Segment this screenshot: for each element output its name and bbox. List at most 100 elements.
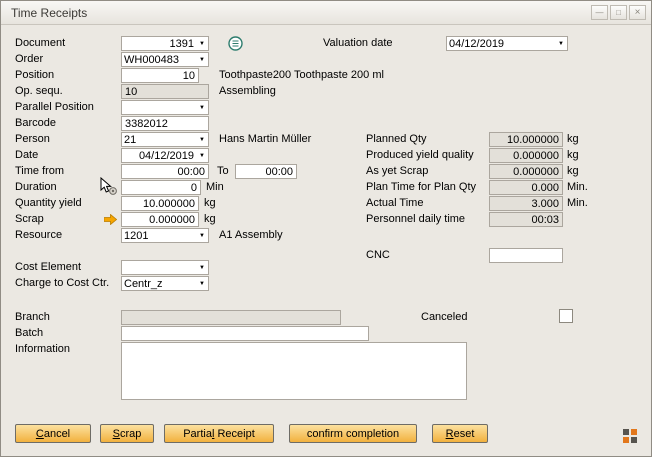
cost-element-dropdown-icon[interactable]: ▼ (196, 261, 208, 274)
document-label: Document (15, 36, 65, 51)
produced-yield-quality-field (489, 148, 563, 163)
date-label: Date (15, 148, 38, 163)
date-dropdown-icon[interactable]: ▼ (196, 149, 208, 162)
position-label: Position (15, 68, 54, 83)
plan-time-for-plan-qty-label: Plan Time for Plan Qty (366, 180, 476, 195)
branch-field (121, 310, 341, 325)
cnc-label: CNC (366, 248, 390, 263)
document-combo[interactable]: ▼ (121, 36, 209, 51)
reset-label-key: R (446, 428, 454, 440)
titlebar[interactable]: Time Receipts — □ × (1, 1, 651, 25)
parallel-position-combo[interactable]: ▼ (121, 100, 209, 115)
actual-time-field (489, 196, 563, 211)
valuation-date-dropdown-icon[interactable]: ▼ (555, 37, 567, 50)
as-yet-scrap-label: As yet Scrap (366, 164, 428, 179)
partial-receipt-button[interactable]: Partial Receipt (164, 424, 274, 443)
charge-to-cost-ctr-dropdown-icon[interactable]: ▼ (196, 277, 208, 290)
canceled-checkbox[interactable] (559, 309, 573, 323)
parallel-position-dropdown-icon[interactable]: ▼ (196, 101, 208, 114)
information-textarea[interactable] (121, 342, 467, 400)
valuation-date-input[interactable] (447, 37, 555, 50)
quantity-yield-input[interactable] (121, 196, 199, 211)
produced-yield-quality-label: Produced yield quality (366, 148, 474, 163)
duration-label: Duration (15, 180, 57, 195)
time-to-label: To (217, 164, 229, 179)
partial-receipt-label-pre: Partia (183, 428, 212, 440)
person-combo[interactable]: ▼ (121, 132, 209, 147)
as-yet-scrap-field (489, 164, 563, 179)
window-controls: — □ × (591, 5, 646, 20)
resource-input[interactable] (122, 229, 196, 242)
personnel-daily-time-field (489, 212, 563, 227)
reset-button[interactable]: Reset (432, 424, 488, 443)
view-document-icon[interactable] (227, 35, 244, 52)
date-input[interactable] (122, 149, 196, 162)
confirm-completion-label-pre: confirm completion (307, 428, 399, 440)
parallel-position-input[interactable] (122, 101, 196, 114)
time-receipts-window: Time Receipts — □ × Document Order Posit… (0, 0, 652, 457)
order-input[interactable] (122, 53, 196, 66)
form-settings-icon[interactable] (623, 429, 638, 444)
window-title: Time Receipts (11, 6, 87, 20)
cancel-label-post: ancel (44, 428, 70, 440)
mouse-cursor (99, 177, 119, 197)
canceled-label: Canceled (421, 310, 467, 325)
duration-unit: Min (206, 180, 224, 195)
batch-label: Batch (15, 326, 43, 341)
scrap-label: Scrap (15, 212, 44, 227)
as-yet-scrap-unit: kg (567, 164, 579, 179)
scrap-label-key: S (113, 428, 120, 440)
charge-to-cost-ctr-label: Charge to Cost Ctr. (15, 276, 109, 291)
link-arrow-icon[interactable] (104, 214, 117, 225)
personnel-daily-time-label: Personnel daily time (366, 212, 465, 227)
valuation-date-combo[interactable]: ▼ (446, 36, 568, 51)
scrap-input[interactable] (121, 212, 199, 227)
duration-input[interactable] (121, 180, 201, 195)
order-dropdown-icon[interactable]: ▼ (196, 53, 208, 66)
person-description: Hans Martin Müller (219, 132, 311, 147)
order-combo[interactable]: ▼ (121, 52, 209, 67)
scrap-unit: kg (204, 212, 216, 227)
batch-input[interactable] (121, 326, 369, 341)
cost-element-combo[interactable]: ▼ (121, 260, 209, 275)
person-label: Person (15, 132, 50, 147)
person-dropdown-icon[interactable]: ▼ (196, 133, 208, 146)
date-combo[interactable]: ▼ (121, 148, 209, 163)
document-input[interactable] (122, 37, 196, 50)
time-from-label: Time from (15, 164, 64, 179)
charge-to-cost-ctr-combo[interactable]: ▼ (121, 276, 209, 291)
document-dropdown-icon[interactable]: ▼ (196, 37, 208, 50)
cnc-input[interactable] (489, 248, 563, 263)
resource-label: Resource (15, 228, 62, 243)
op-sequ-label: Op. sequ. (15, 84, 63, 99)
resource-description: A1 Assembly (219, 228, 283, 243)
time-from-input[interactable] (121, 164, 209, 179)
position-input[interactable] (121, 68, 199, 83)
valuation-date-label: Valuation date (323, 36, 393, 51)
plan-time-for-plan-qty-field (489, 180, 563, 195)
cost-element-label: Cost Element (15, 260, 81, 275)
resource-combo[interactable]: ▼ (121, 228, 209, 243)
minimize-icon[interactable]: — (591, 5, 608, 20)
cost-element-input[interactable] (122, 261, 196, 274)
confirm-completion-button[interactable]: confirm completion (289, 424, 417, 443)
scrap-button[interactable]: Scrap (100, 424, 154, 443)
quantity-yield-label: Quantity yield (15, 196, 82, 211)
partial-receipt-label-post: Receipt (214, 428, 254, 440)
maximize-icon[interactable]: □ (610, 5, 627, 20)
cancel-button[interactable]: Cancel (15, 424, 91, 443)
order-label: Order (15, 52, 43, 67)
time-to-input[interactable] (235, 164, 297, 179)
op-sequ-description: Assembling (219, 84, 276, 99)
branch-label: Branch (15, 310, 50, 325)
barcode-input[interactable] (121, 116, 209, 131)
reset-label-post: eset (454, 428, 475, 440)
planned-qty-unit: kg (567, 132, 579, 147)
planned-qty-label: Planned Qty (366, 132, 427, 147)
charge-to-cost-ctr-input[interactable] (122, 277, 196, 290)
resource-dropdown-icon[interactable]: ▼ (196, 229, 208, 242)
close-icon[interactable]: × (629, 5, 646, 20)
actual-time-label: Actual Time (366, 196, 423, 211)
person-input[interactable] (122, 133, 196, 146)
quantity-yield-unit: kg (204, 196, 216, 211)
